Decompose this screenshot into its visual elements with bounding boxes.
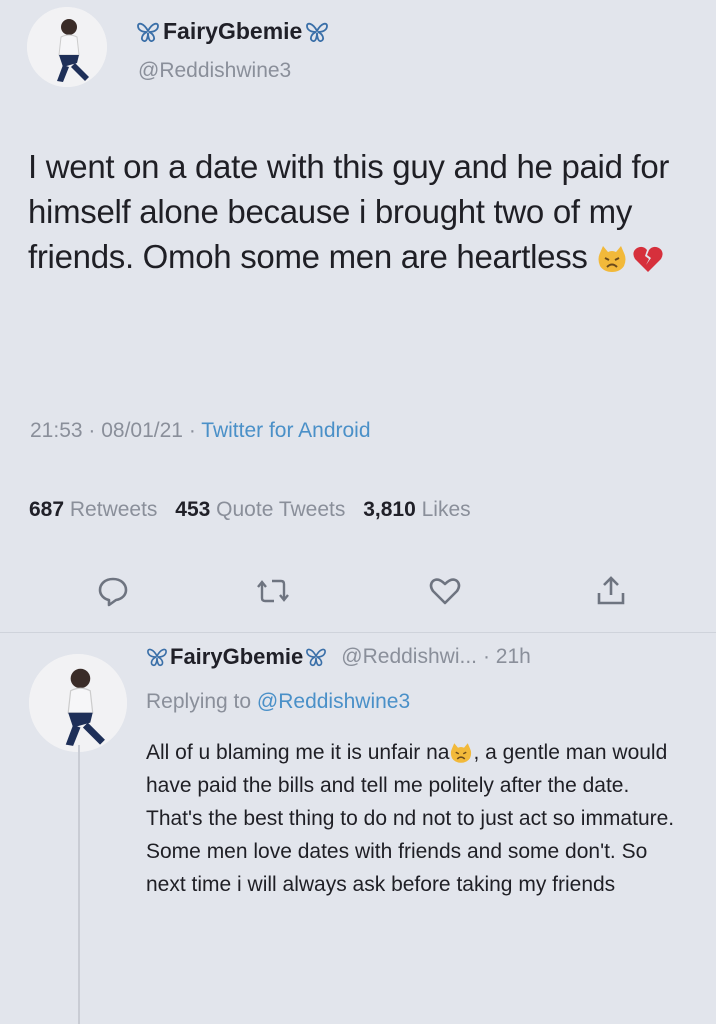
reply-author-avatar[interactable]: [29, 654, 127, 752]
tweet-source[interactable]: Twitter for Android: [201, 419, 370, 442]
tweet-stats: 687 Retweets 453 Quote Tweets 3,810 Like…: [29, 498, 483, 522]
reply-text-part3: Some men love dates with friends and som…: [146, 840, 648, 896]
reply-age: · 21h: [482, 645, 531, 668]
author-display-name[interactable]: FairyGbemie: [163, 18, 302, 45]
thread-line: [78, 745, 80, 1024]
reply-handle[interactable]: @Reddishwi...: [341, 645, 477, 669]
tweet-meta: 21:53 · 08/01/21 · Twitter for Android: [30, 419, 371, 442]
retweet-icon[interactable]: [256, 574, 290, 608]
butterfly-icon: [136, 21, 160, 43]
author-name-row: FairyGbemie: [136, 18, 329, 45]
quote-tweets-stat[interactable]: 453 Quote Tweets: [175, 498, 357, 521]
retweets-stat[interactable]: 687 Retweets: [29, 498, 169, 521]
tweet-time: 21:53: [30, 419, 83, 442]
butterfly-icon: [305, 21, 329, 43]
butterfly-icon: [146, 647, 168, 667]
reply-text-part1: All of u blaming me it is unfair na: [146, 741, 450, 764]
reply-display-name[interactable]: FairyGbemie: [170, 644, 303, 670]
replying-to: Replying to @Reddishwine3: [146, 690, 411, 713]
share-icon[interactable]: [594, 574, 628, 608]
reply-author-row: FairyGbemie @Reddishwi... · 21h: [146, 644, 531, 670]
like-icon[interactable]: [428, 574, 462, 608]
author-avatar[interactable]: [27, 7, 107, 87]
tweet-date: 08/01/21: [101, 419, 183, 442]
broken-heart-emoji: [632, 245, 664, 273]
weary-cat-face-emoji: [449, 742, 473, 764]
replying-to-link[interactable]: @Reddishwine3: [257, 690, 410, 713]
author-handle[interactable]: @Reddishwine3: [138, 59, 291, 83]
likes-stat[interactable]: 3,810 Likes: [363, 498, 482, 521]
divider: [0, 632, 716, 633]
butterfly-icon: [305, 647, 327, 667]
weary-cat-face-emoji: [596, 245, 628, 273]
tweet-text: I went on a date with this guy and he pa…: [28, 144, 688, 279]
reply-text: All of u blaming me it is unfair na, a g…: [146, 736, 686, 901]
reply-icon[interactable]: [96, 574, 130, 608]
tweet-text-body: I went on a date with this guy and he pa…: [28, 148, 670, 275]
